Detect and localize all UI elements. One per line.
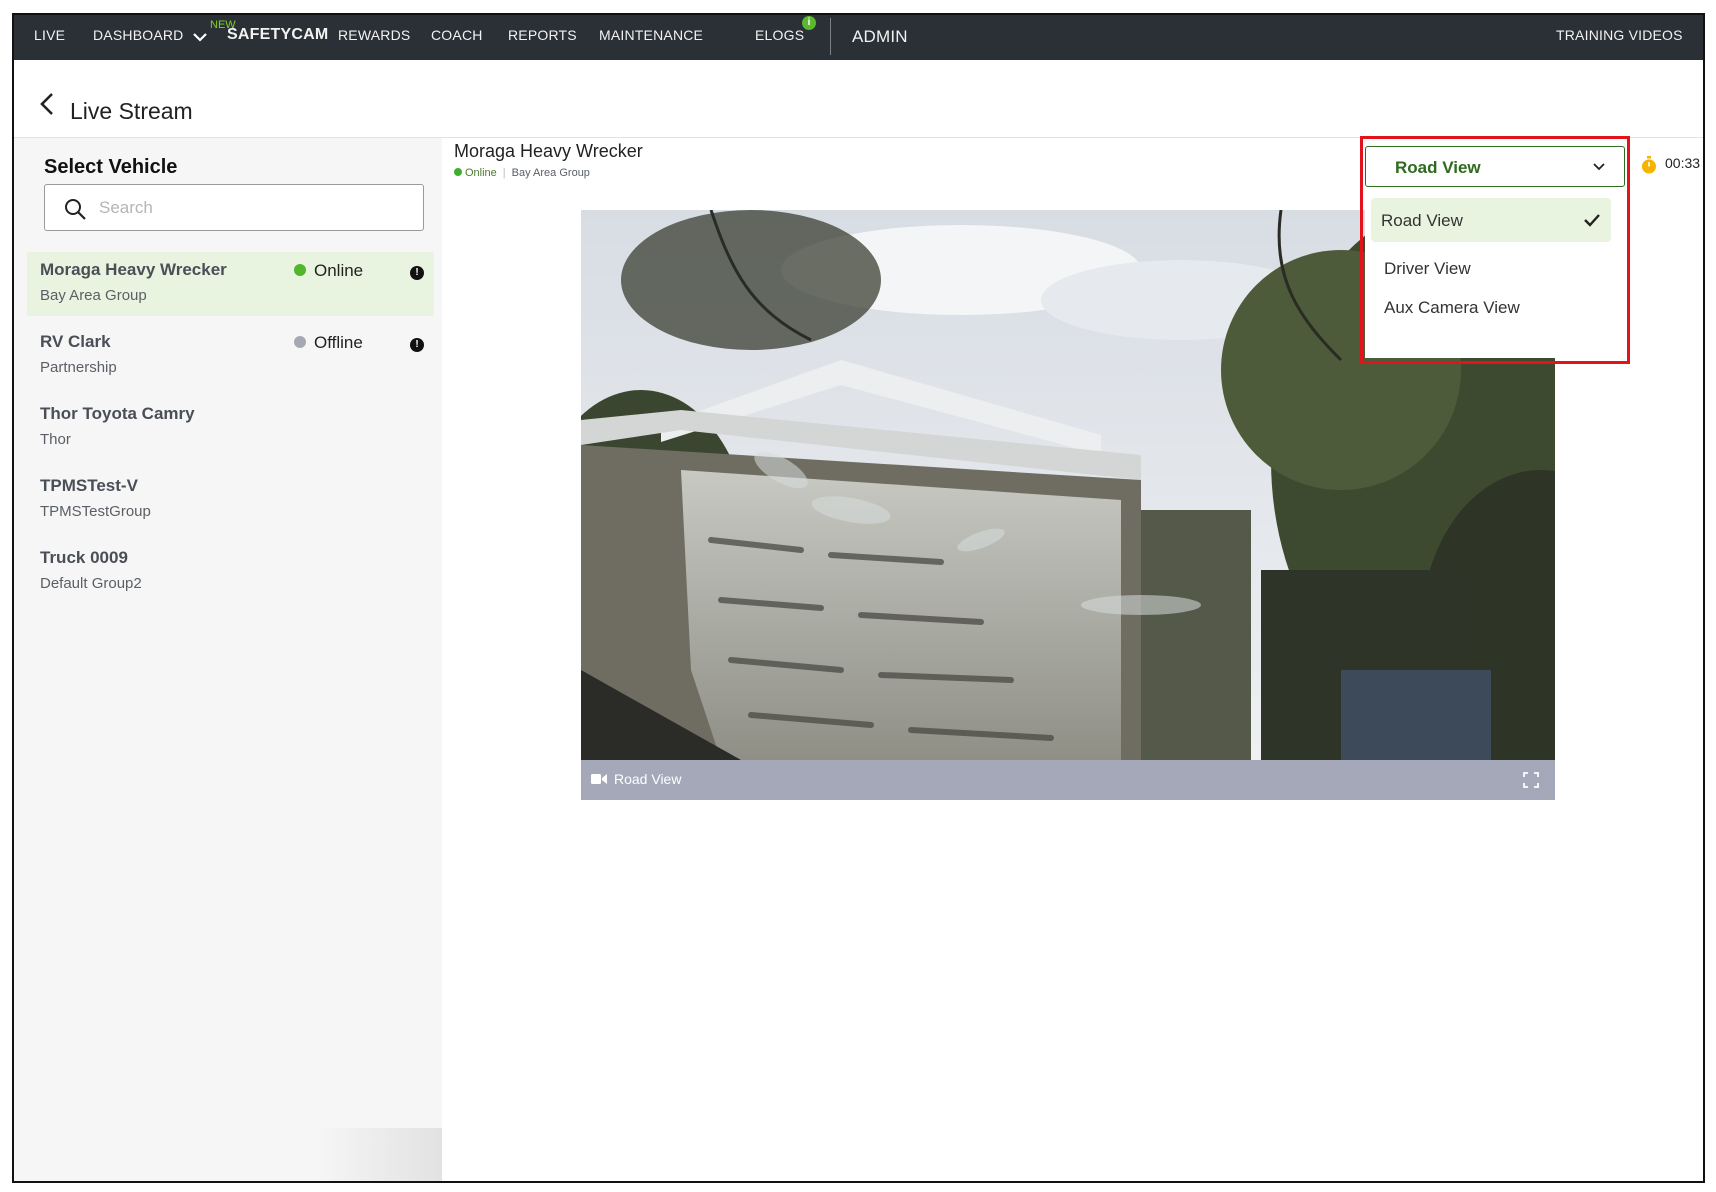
vehicle-group: Bay Area Group (40, 287, 147, 304)
sidebar-fade (314, 1128, 442, 1181)
nav-maintenance[interactable]: MAINTENANCE (599, 27, 703, 43)
back-arrow-icon[interactable] (38, 91, 56, 117)
vehicle-meta: Online | Bay Area Group (454, 167, 590, 179)
option-driver-view[interactable]: Driver View (1371, 246, 1611, 290)
vehicle-item-thor-toyota-camry[interactable]: Thor Toyota Camry Thor (27, 396, 434, 460)
nav-training-videos[interactable]: TRAINING VIDEOS (1556, 27, 1683, 43)
app-window: LIVE DASHBOARD NEW SAFETYCAM REWARDS COA… (12, 13, 1705, 1183)
vehicle-name: Moraga Heavy Wrecker (40, 260, 227, 279)
vehicle-group: Thor (40, 431, 71, 448)
video-camera-icon (591, 774, 607, 784)
chevron-down-icon (1593, 163, 1605, 171)
nav-coach[interactable]: COACH (431, 27, 483, 43)
search-input[interactable] (95, 191, 415, 225)
fullscreen-icon[interactable] (1523, 772, 1539, 788)
search-icon (65, 199, 86, 220)
vehicle-group: Partnership (40, 359, 117, 376)
status-badge: Offline (294, 333, 363, 353)
vehicle-item-tpmstest-v[interactable]: TPMSTest-V TPMSTestGroup (27, 468, 434, 532)
view-dropdown-menu: Road View Driver View Aux Camera View (1365, 198, 1625, 358)
option-label: Road View (1381, 211, 1463, 230)
vehicle-group: Default Group2 (40, 575, 142, 592)
vehicle-item-rv-clark[interactable]: RV Clark Partnership Offline ! (27, 324, 434, 388)
info-icon[interactable]: ! (410, 338, 424, 352)
info-icon[interactable]: ! (410, 266, 424, 280)
video-view-label: Road View (614, 771, 682, 787)
status-badge: Online (294, 261, 363, 281)
vehicle-group: Bay Area Group (511, 167, 590, 179)
option-label: Aux Camera View (1384, 298, 1520, 317)
meta-separator: | (502, 167, 506, 179)
option-road-view[interactable]: Road View (1371, 198, 1611, 242)
online-dot-icon (454, 168, 462, 176)
view-select-value: Road View (1395, 158, 1481, 177)
nav-divider (830, 18, 831, 55)
status-label: Offline (314, 333, 363, 352)
nav-safetycam[interactable]: SAFETYCAM (227, 26, 328, 44)
nav-dashboard[interactable]: DASHBOARD (93, 27, 183, 43)
vehicle-name: RV Clark (40, 332, 111, 351)
online-dot-icon (294, 264, 306, 276)
sidebar-title: Select Vehicle (44, 156, 178, 178)
search-box (44, 184, 424, 231)
chevron-down-icon[interactable] (191, 28, 209, 46)
offline-dot-icon (294, 336, 306, 348)
timer-icon (1642, 156, 1656, 174)
check-icon (1584, 214, 1600, 227)
vehicle-sidebar: Select Vehicle Moraga Heavy Wrecker Bay … (14, 138, 442, 1181)
page-title: Live Stream (70, 98, 193, 124)
stream-timer: 00:33 (1665, 155, 1701, 171)
selected-vehicle-title: Moraga Heavy Wrecker (454, 141, 643, 161)
nav-live[interactable]: LIVE (34, 27, 65, 43)
vehicle-name: Truck 0009 (40, 548, 128, 567)
nav-admin[interactable]: ADMIN (852, 27, 908, 47)
info-icon: i (802, 16, 816, 30)
option-label: Driver View (1384, 259, 1471, 278)
nav-rewards[interactable]: REWARDS (338, 27, 410, 43)
vehicle-item-truck-0009[interactable]: Truck 0009 Default Group2 (27, 540, 434, 604)
vehicle-item-moraga-heavy-wrecker[interactable]: Moraga Heavy Wrecker Bay Area Group Onli… (27, 252, 434, 316)
video-control-bar: Road View (581, 760, 1555, 800)
vehicle-group: TPMSTestGroup (40, 503, 151, 520)
nav-elogs[interactable]: ELOGS (755, 27, 804, 43)
status-label: Online (314, 261, 364, 280)
vehicle-name: Thor Toyota Camry (40, 404, 195, 423)
vehicle-name: TPMSTest-V (40, 476, 138, 495)
view-select[interactable]: Road View (1365, 146, 1625, 187)
page-header: Live Stream (14, 60, 1703, 138)
top-nav: LIVE DASHBOARD NEW SAFETYCAM REWARDS COA… (14, 15, 1703, 60)
nav-reports[interactable]: REPORTS (508, 27, 577, 43)
vehicle-status: Online (465, 167, 497, 179)
option-aux-camera-view[interactable]: Aux Camera View (1371, 285, 1611, 329)
